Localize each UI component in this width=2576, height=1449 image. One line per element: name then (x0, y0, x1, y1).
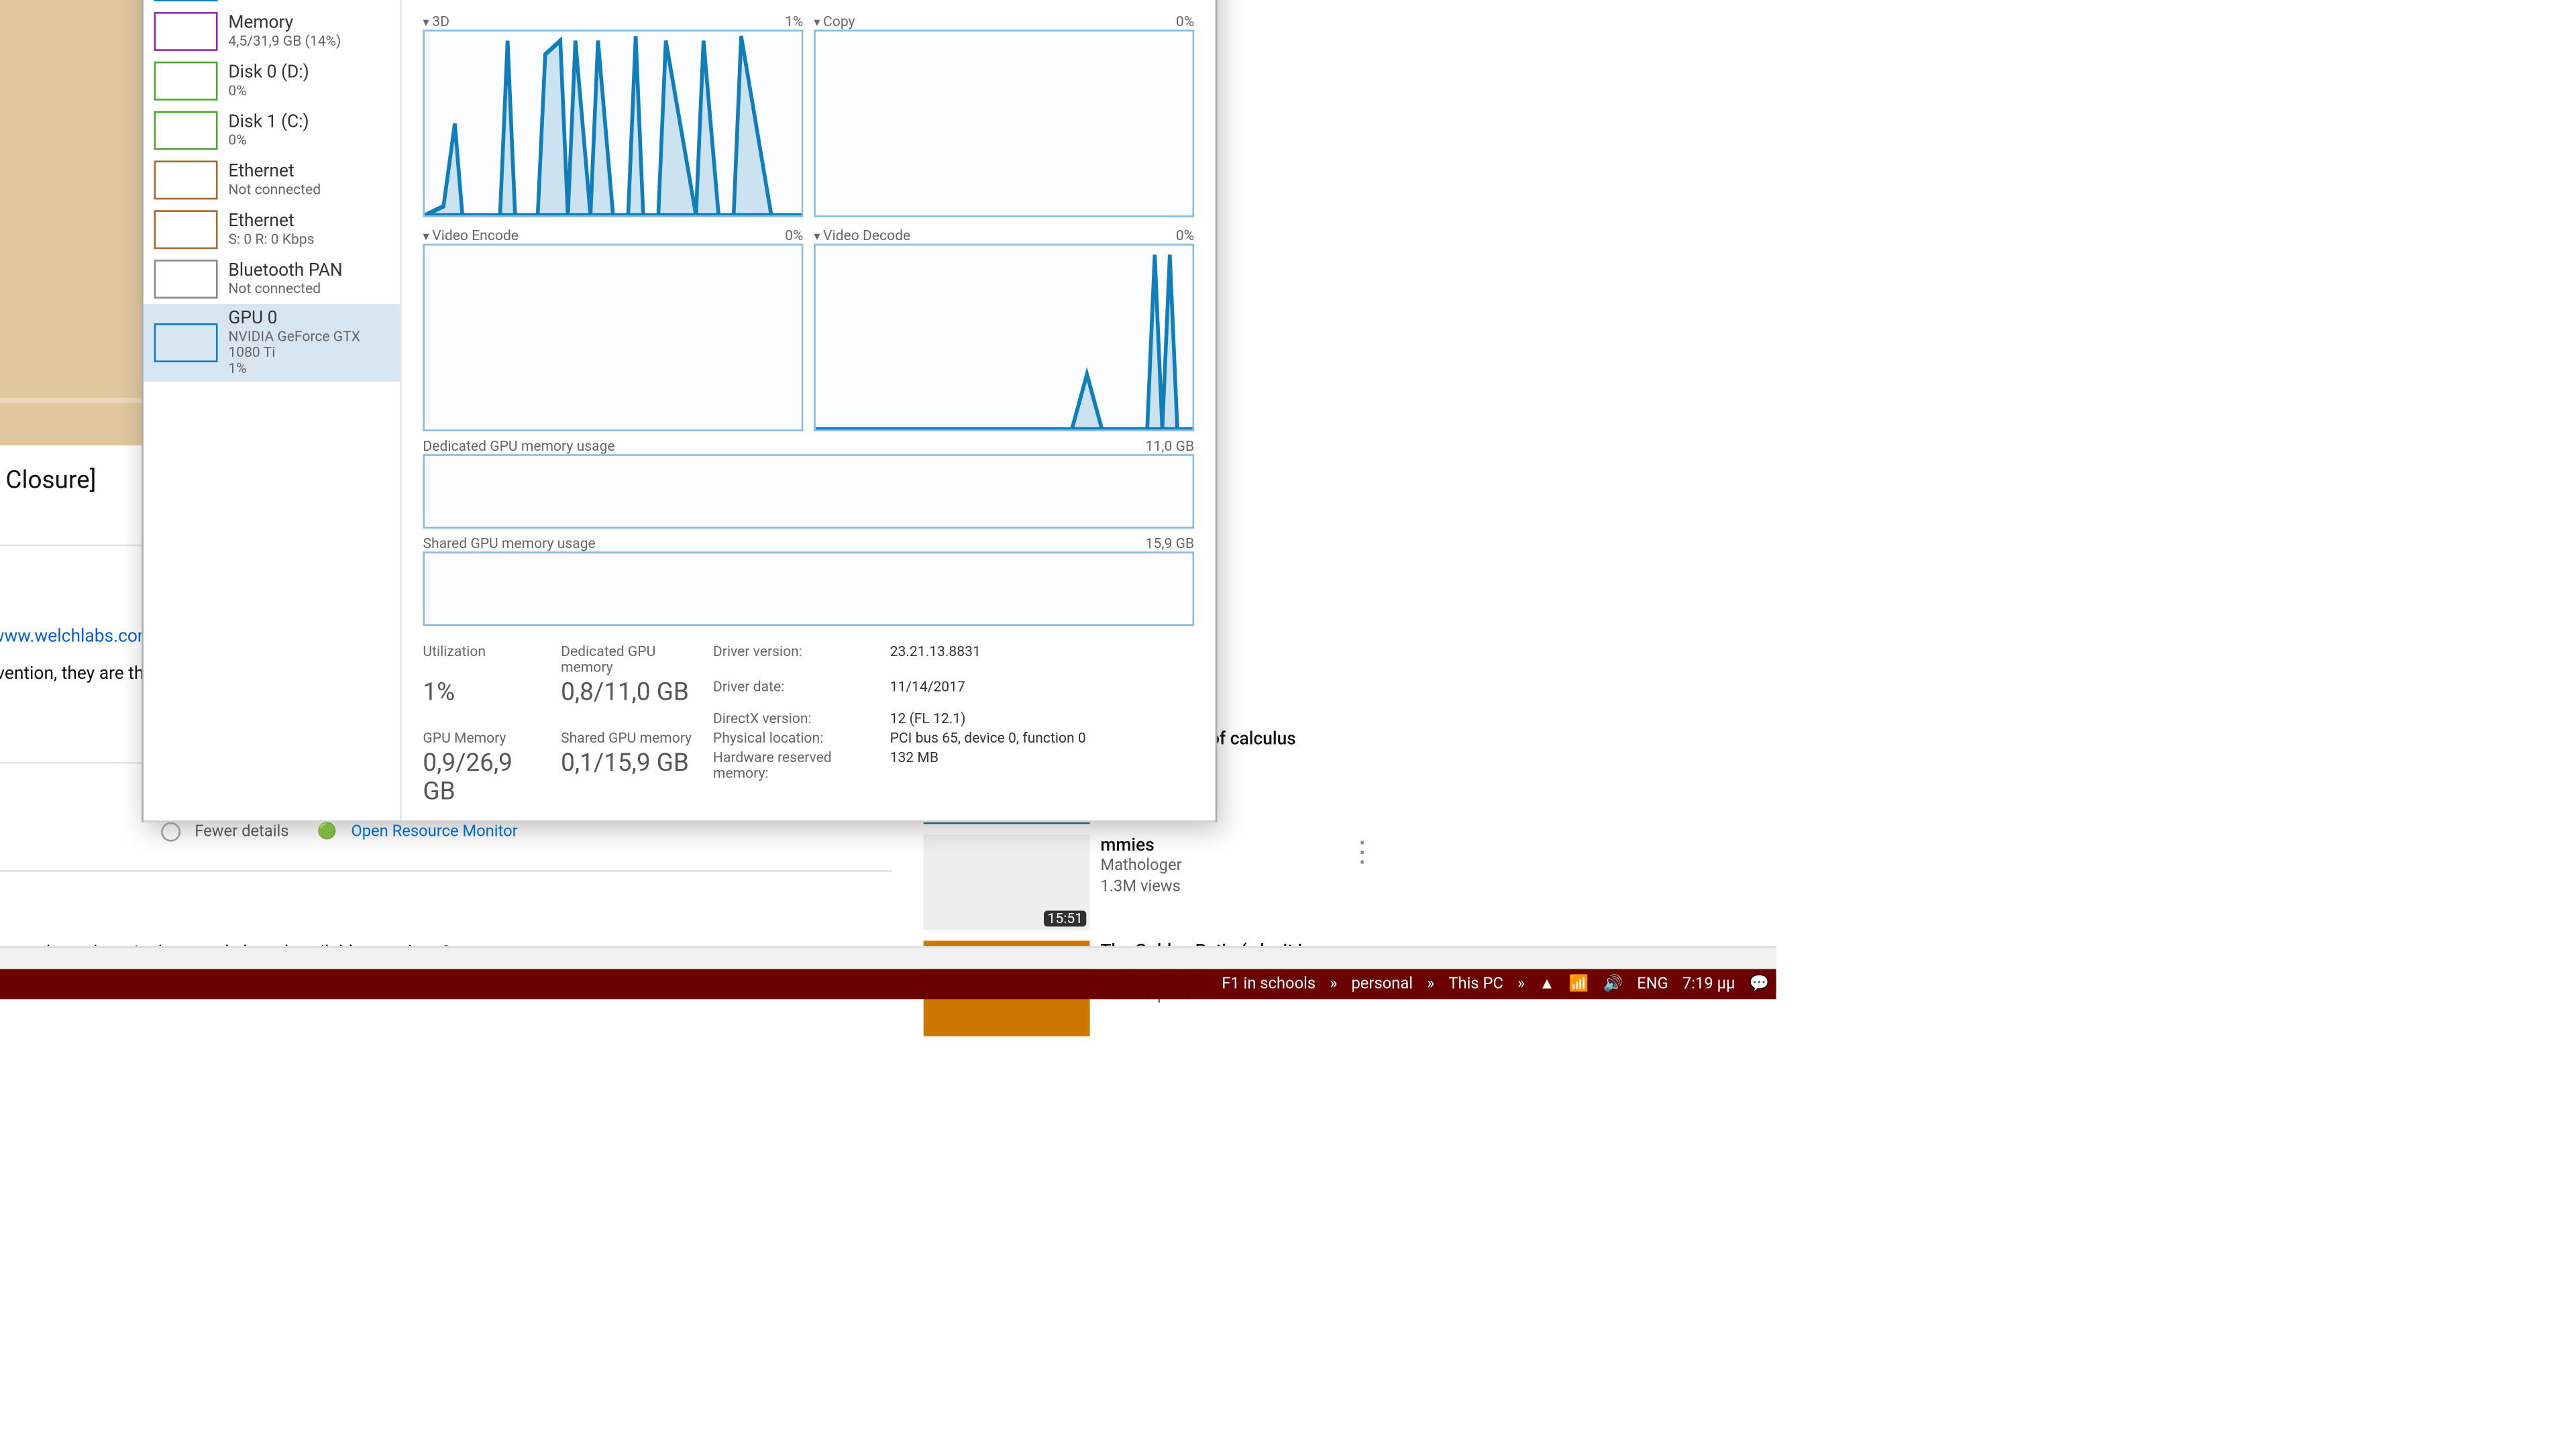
gpu-chart-copy (814, 30, 1194, 217)
fewer-details-button[interactable]: Fewer details (195, 823, 288, 841)
description-link[interactable]: http://www.welchlabs.com (0, 628, 153, 647)
windows-taskbar: ⊞ (49) Imaginary Numb… Task Manager All … (0, 969, 1776, 1000)
notifications-icon[interactable]: 💬 (1750, 975, 1770, 993)
resource-list: CPU1% 2,68 GHzMemory4,5/31,9 GB (14%)Dis… (144, 0, 402, 820)
chart-selector[interactable]: Copy (814, 14, 855, 30)
clock[interactable]: 7:19 μμ (1682, 975, 1735, 993)
resource-ethernet[interactable]: EthernetNot connected (144, 156, 400, 205)
tray-overflow-icon[interactable]: ▲ (1539, 974, 1555, 994)
resource-bluetoothpan[interactable]: Bluetooth PANNot connected (144, 254, 400, 304)
device-name: NVIDIA GeForce GTX 1080 Ti (943, 0, 1194, 3)
recommended-video[interactable]: 15:51mmiesMathologer1.3M views⋮ (924, 835, 1377, 930)
resource-disk0d[interactable]: Disk 0 (D:)0% (144, 56, 400, 106)
chart-selector[interactable]: 3D (423, 14, 449, 30)
gpu-memory-chart (423, 454, 1194, 529)
network-icon[interactable]: 📶 (1569, 975, 1589, 993)
chart-selector[interactable]: Video Decode (814, 228, 910, 244)
resource-memory[interactable]: Memory4,5/31,9 GB (14%) (144, 7, 400, 56)
volume-icon[interactable]: 🔊 (1603, 975, 1623, 993)
panel-heading: GPU (423, 0, 492, 7)
open-resource-monitor-link[interactable]: Open Resource Monitor (351, 823, 517, 841)
resource-ethernet[interactable]: EthernetS: 0 R: 0 Kbps (144, 205, 400, 254)
resource-gpu0[interactable]: GPU 0NVIDIA GeForce GTX 1080 Ti1% (144, 304, 400, 382)
gpu-chart-video-encode (423, 244, 803, 431)
system-tray: F1 in schools» personal» This PC» ▲ 📶 🔊 … (1222, 974, 1776, 994)
tray-item[interactable]: This PC (1448, 975, 1503, 993)
chart-selector[interactable]: Video Encode (423, 228, 519, 244)
tray-item[interactable]: F1 in schools (1222, 975, 1316, 993)
language-indicator[interactable]: ENG (1637, 975, 1668, 993)
tray-item[interactable]: personal (1351, 975, 1413, 993)
more-icon[interactable]: ⋮ (1348, 835, 1377, 930)
add-comment-input[interactable]: Add a public comment... (0, 845, 892, 871)
browser-status-bar: https://www.youtube.com/watch?v=-dhHrg-K… (0, 946, 1776, 969)
gpu-chart-video-decode (814, 244, 1194, 431)
resource-disk1c[interactable]: Disk 1 (C:)0% (144, 106, 400, 156)
gpu-memory-chart (423, 551, 1194, 626)
resource-cpu[interactable]: CPU1% 2,68 GHz (144, 0, 400, 7)
task-manager-window: Task Manager — ▢ ✕ FileOptionsView Proce… (142, 0, 1217, 822)
gpu-chart-3d (423, 30, 803, 217)
fewer-details-icon[interactable] (161, 822, 180, 842)
